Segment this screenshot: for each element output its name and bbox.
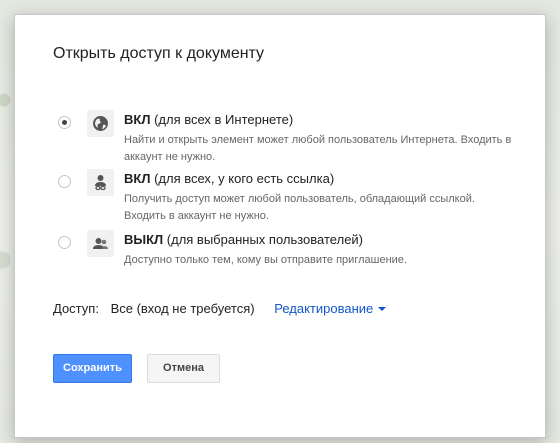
radio-link[interactable] xyxy=(58,175,71,188)
person-link-icon xyxy=(87,169,114,196)
permission-dropdown-label: Редактирование xyxy=(274,301,374,316)
option-public-desc: Найти и открыть элемент может любой поль… xyxy=(124,134,512,163)
save-button[interactable]: Сохранить xyxy=(53,354,132,383)
option-public-label: ВКЛ (для всех в Интернете) xyxy=(124,112,294,127)
option-public[interactable]: ВКЛ (для всех в Интернете) Найти и откры… xyxy=(53,110,523,165)
option-link-label: ВКЛ (для всех, у кого есть ссылка) xyxy=(124,171,335,186)
option-private-label: ВЫКЛ (для выбранных пользователей) xyxy=(124,232,364,247)
radio-private[interactable] xyxy=(58,236,71,249)
option-private[interactable]: ВЫКЛ (для выбранных пользователей) Досту… xyxy=(53,230,523,285)
cancel-button[interactable]: Отмена xyxy=(147,354,220,383)
chevron-down-icon xyxy=(378,306,387,311)
option-link-desc: Получить доступ может любой пользователь… xyxy=(124,193,475,222)
access-value: Все (вход не требуется) xyxy=(110,301,255,316)
permission-dropdown[interactable]: Редактирование xyxy=(274,301,387,316)
globe-icon xyxy=(87,110,114,137)
radio-public[interactable] xyxy=(58,116,71,129)
share-dialog: Открыть доступ к документу ВКЛ (для всех… xyxy=(14,14,546,438)
option-private-desc: Доступно только тем, кому вы отправите п… xyxy=(124,254,407,266)
access-row: Доступ: Все (вход не требуется) Редактир… xyxy=(53,301,387,316)
option-link[interactable]: ВКЛ (для всех, у кого есть ссылка) Получ… xyxy=(53,169,523,224)
dialog-title: Открыть доступ к документу xyxy=(53,45,265,62)
people-icon xyxy=(87,230,114,257)
access-label: Доступ: xyxy=(53,301,99,316)
